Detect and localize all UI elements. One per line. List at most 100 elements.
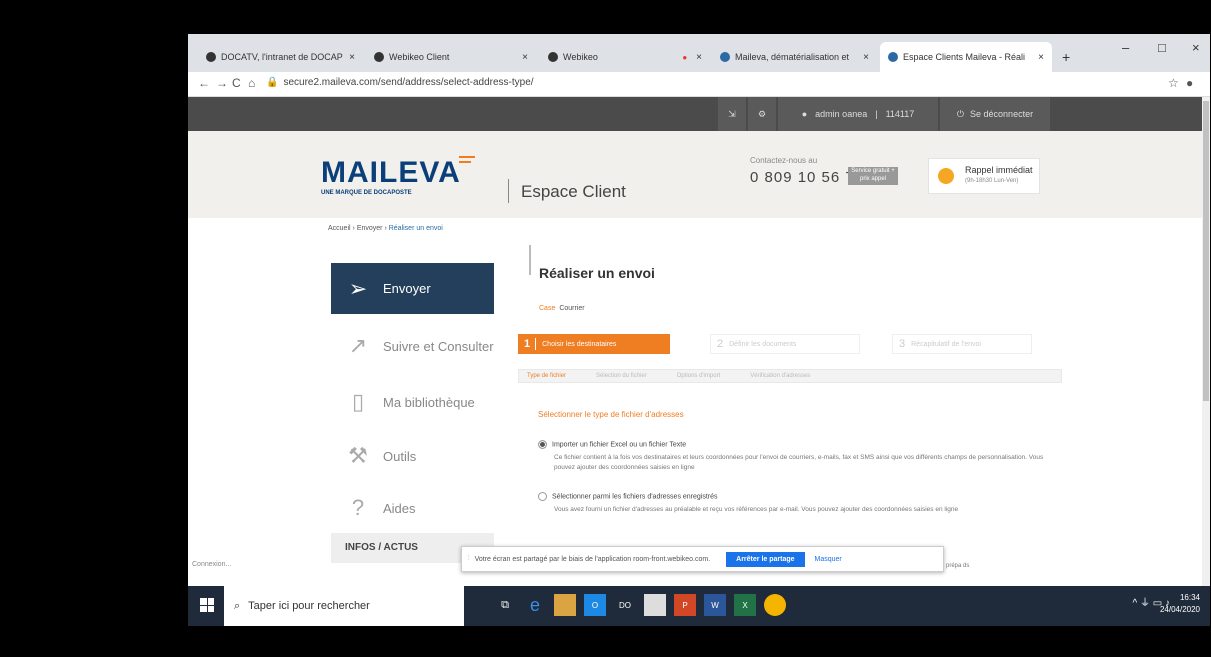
app-icon[interactable]	[644, 594, 666, 616]
tab-close-icon[interactable]: ×	[1038, 52, 1044, 63]
profile-icon[interactable]: ●	[1186, 76, 1193, 90]
screen: DOCATV, l'intranet de DOCAP × Webikeo Cl…	[188, 34, 1210, 626]
page-title: Réaliser un envoi	[539, 265, 655, 281]
url-field[interactable]: 🔒 secure2.maileva.com/send/address/select…	[266, 77, 534, 88]
close-window-icon[interactable]: ×	[1192, 40, 1200, 55]
maileva-logo[interactable]: MAILEVA UNE MARQUE DE DOCAPOSTE	[321, 156, 475, 196]
chart-icon: ↗	[348, 333, 368, 358]
tab-close-icon[interactable]: ×	[696, 52, 702, 63]
case-value: Courrier	[559, 305, 585, 312]
clock[interactable]: 16:34 24/04/2020	[1160, 592, 1200, 616]
user-name: admin oanea	[815, 109, 868, 119]
substep-verification[interactable]: Vérification d'adresses	[750, 373, 810, 379]
webikeo-favicon-icon	[374, 52, 384, 62]
sidebar-item-outils[interactable]: ⚒ Outils	[331, 431, 494, 481]
step-number: 3	[899, 338, 906, 350]
breadcrumb-home[interactable]: Accueil	[328, 225, 351, 232]
radio-unselected-icon[interactable]	[538, 492, 547, 501]
service-badge: Service gratuit + prix appel	[848, 167, 898, 185]
excel-icon[interactable]: X	[734, 594, 756, 616]
tab-docatv[interactable]: DOCATV, l'intranet de DOCAP ×	[198, 42, 363, 72]
hide-button[interactable]: Masquer	[815, 556, 842, 563]
outlook-icon[interactable]: O	[584, 594, 606, 616]
substep-options-import[interactable]: Options d'import	[677, 373, 721, 379]
taskbar-search[interactable]: ⌕ Taper ici pour rechercher	[224, 586, 464, 626]
tab-close-icon[interactable]: ×	[522, 52, 528, 63]
rappel-title: Rappel immédiat	[965, 165, 1033, 175]
book-icon: ▯	[351, 389, 365, 414]
breadcrumb: Accueil › Envoyer › Réaliser un envoi	[328, 225, 443, 232]
option-select-saved[interactable]: Sélectionner parmi les fichiers d'adress…	[538, 492, 718, 501]
docatv-icon[interactable]: DO	[614, 594, 636, 616]
clock-time: 16:34	[1179, 593, 1200, 602]
logout-label: Se déconnecter	[970, 109, 1034, 119]
windows-taskbar: ⌕ Taper ici pour rechercher ⧉ e O DO P W…	[188, 586, 1210, 626]
export-icon[interactable]: ⇲	[718, 97, 746, 131]
radio-selected-icon[interactable]	[538, 440, 547, 449]
task-view-icon[interactable]: ⧉	[494, 594, 516, 616]
user-menu[interactable]: ● admin oanea | 114117	[778, 97, 938, 131]
contact-label: Contactez-nous au	[750, 156, 818, 165]
tab-label: Espace Clients Maileva - Réali	[903, 52, 1026, 62]
docatv-favicon-icon	[206, 52, 216, 62]
tab-label: Webikeo	[563, 52, 598, 62]
settings-gear-icon[interactable]: ⚙	[748, 97, 776, 131]
phone-number: 0 809 10 56 78	[750, 169, 865, 186]
sidebar-item-aides[interactable]: ? Aides	[331, 483, 494, 533]
substep-type-fichier[interactable]: Type de fichier	[527, 373, 566, 379]
option-label: Importer un fichier Excel ou un fichier …	[552, 441, 687, 449]
chrome-icon[interactable]	[764, 594, 786, 616]
power-icon: ⏻	[956, 108, 965, 119]
rappel-button[interactable]: Rappel immédiat (9h-18h30 Lun-Ven)	[928, 158, 1040, 194]
reload-icon[interactable]: C	[232, 76, 241, 90]
site-topbar: ⇲ ⚙ ● admin oanea | 114117 ⏻ Se déconnec…	[188, 97, 1202, 131]
home-icon[interactable]: ⌂	[248, 76, 255, 90]
logo-subtitle: UNE MARQUE DE DOCAPOSTE	[321, 190, 412, 196]
word-icon[interactable]: W	[704, 594, 726, 616]
sidebar-item-label: Ma bibliothèque	[383, 394, 475, 410]
minimize-icon[interactable]: –	[1122, 40, 1129, 55]
case-info: Case Courrier	[539, 305, 585, 312]
windows-start-icon[interactable]	[200, 598, 214, 612]
step-2-documents[interactable]: 2 Définir les documents	[710, 334, 860, 354]
tab-webikeo-client[interactable]: Webikeo Client ×	[366, 42, 536, 72]
substep-selection-fichier[interactable]: Sélection du fichier	[596, 373, 647, 379]
forward-icon[interactable]: →	[216, 76, 228, 90]
sidebar-item-suivre[interactable]: ↗ Suivre et Consulter	[331, 321, 494, 371]
file-explorer-icon[interactable]	[554, 594, 576, 616]
option-import-excel[interactable]: Importer un fichier Excel ou un fichier …	[538, 440, 686, 449]
breadcrumb-send[interactable]: Envoyer	[357, 225, 383, 232]
sidebar-item-label: Suivre et Consulter	[383, 338, 494, 354]
sidebar-item-label: Envoyer	[383, 281, 431, 296]
new-tab-button[interactable]: +	[1054, 42, 1074, 72]
drag-handle-icon[interactable]: ⦙	[468, 555, 470, 563]
sidebar-item-bibliotheque[interactable]: ▯ Ma bibliothèque	[331, 377, 494, 427]
tab-espace-clients[interactable]: Espace Clients Maileva - Réali ×	[880, 42, 1052, 72]
powerpoint-icon[interactable]: P	[674, 594, 696, 616]
stop-sharing-button[interactable]: Arrêter le partage	[726, 551, 805, 567]
site-header: MAILEVA UNE MARQUE DE DOCAPOSTE Espace C…	[188, 131, 1202, 218]
tab-webikeo[interactable]: Webikeo ● ×	[540, 42, 710, 72]
user-icon: ●	[801, 109, 808, 119]
back-icon[interactable]: ←	[198, 76, 210, 90]
step-1-destinataires[interactable]: 1 Choisir les destinataires	[518, 334, 670, 354]
edge-icon[interactable]: e	[524, 594, 546, 616]
separator: |	[875, 109, 878, 119]
bookmark-star-icon[interactable]: ☆	[1168, 76, 1179, 90]
maximize-icon[interactable]: □	[1158, 40, 1166, 55]
step-label: Récapitulatif de l'envoi	[911, 340, 981, 348]
page-scrollbar[interactable]	[1202, 97, 1210, 600]
user-code: 114117	[885, 109, 915, 119]
scrollbar-thumb[interactable]	[1203, 101, 1209, 401]
sidebar-item-envoyer[interactable]: ➢ Envoyer	[331, 263, 494, 314]
logout-button[interactable]: ⏻ Se déconnecter	[940, 97, 1050, 131]
tab-label: Webikeo Client	[389, 52, 450, 62]
section-title: Sélectionner le type de fichier d'adress…	[538, 410, 684, 419]
tab-maileva[interactable]: Maileva, dématérialisation et ×	[712, 42, 877, 72]
maileva-page: ⇲ ⚙ ● admin oanea | 114117 ⏻ Se déconnec…	[188, 97, 1202, 600]
tab-close-icon[interactable]: ×	[863, 52, 869, 63]
step-3-recapitulatif[interactable]: 3 Récapitulatif de l'envoi	[892, 334, 1032, 354]
tab-close-icon[interactable]: ×	[349, 52, 355, 63]
header-divider	[508, 179, 509, 203]
espace-client-title: Espace Client	[521, 182, 626, 201]
